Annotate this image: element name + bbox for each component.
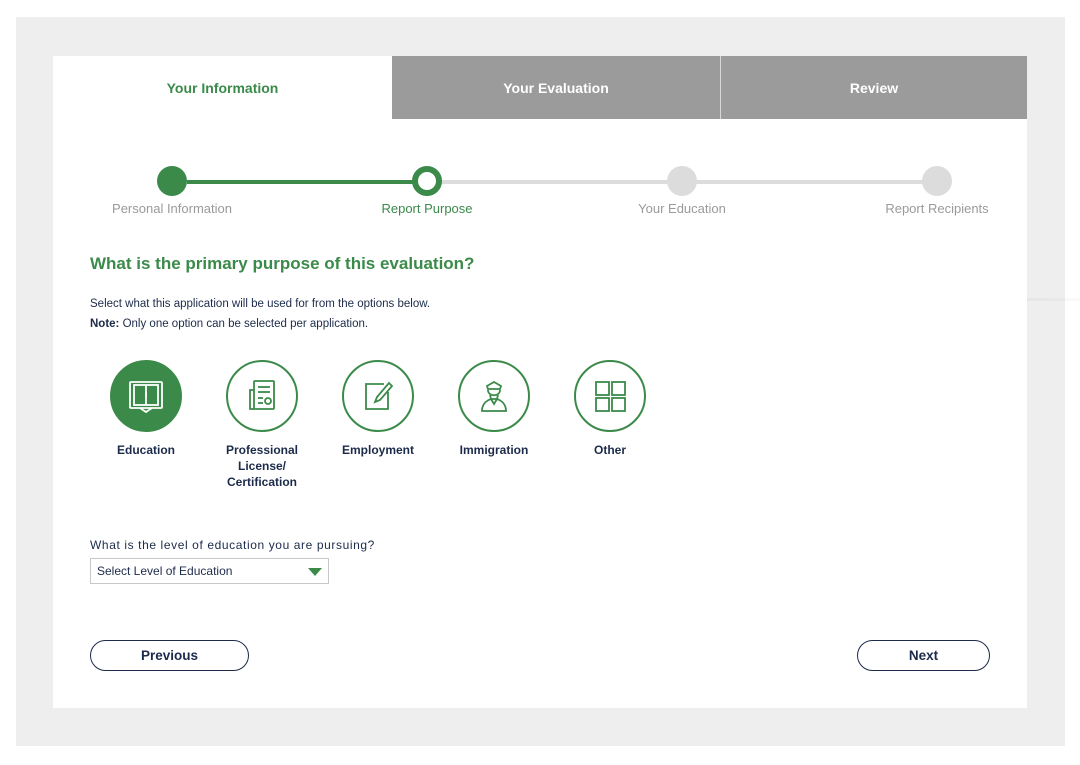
option-label: Employment bbox=[341, 443, 414, 457]
step-node-personal-information[interactable] bbox=[157, 166, 187, 196]
certificate-icon bbox=[249, 380, 275, 410]
option-label: Professional License/ Certification bbox=[225, 443, 299, 489]
description-line: Select what this application will be use… bbox=[90, 298, 431, 310]
pencil-edit-icon bbox=[365, 381, 394, 410]
step-label-report-purpose: Report Purpose bbox=[381, 201, 473, 216]
note-text: Only one option can be selected per appl… bbox=[119, 318, 369, 330]
previous-button[interactable]: Previous bbox=[90, 640, 249, 671]
step-node-report-purpose[interactable] bbox=[412, 166, 442, 196]
top-tabs: Your Information Your Evaluation Review bbox=[53, 56, 1027, 119]
tab-review[interactable]: Review bbox=[721, 56, 1027, 119]
step-label-report-recipients: Report Recipients bbox=[885, 201, 989, 216]
select-value: Select Level of Education bbox=[97, 564, 233, 578]
chevron-down-icon bbox=[308, 568, 322, 576]
book-icon bbox=[129, 381, 163, 414]
progress-stepper: Personal Information Report Purpose Your… bbox=[53, 166, 1027, 226]
step-label-personal-information: Personal Information bbox=[112, 201, 232, 216]
purpose-description: Select what this application will be use… bbox=[90, 294, 430, 334]
grid-icon bbox=[595, 381, 626, 412]
option-circle bbox=[458, 360, 530, 432]
option-label: Immigration bbox=[459, 443, 529, 457]
option-circle bbox=[110, 360, 182, 432]
option-label: Education bbox=[116, 443, 175, 457]
education-level-label: What is the level of education you are p… bbox=[90, 538, 375, 552]
purpose-question: What is the primary purpose of this eval… bbox=[90, 254, 475, 273]
officer-icon bbox=[481, 380, 507, 412]
option-other[interactable]: Other bbox=[560, 360, 660, 458]
note-line: Note: Only one option can be selected pe… bbox=[90, 314, 430, 334]
tab-your-evaluation[interactable]: Your Evaluation bbox=[392, 56, 721, 119]
step-node-report-recipients[interactable] bbox=[922, 166, 952, 196]
stepper-track-complete bbox=[187, 180, 427, 184]
tab-your-information[interactable]: Your Information bbox=[53, 56, 392, 119]
option-circle bbox=[574, 360, 646, 432]
option-immigration[interactable]: Immigration bbox=[444, 360, 544, 458]
application-card: Your Information Your Evaluation Review … bbox=[53, 56, 1027, 708]
step-node-your-education[interactable] bbox=[667, 166, 697, 196]
step-label-your-education: Your Education bbox=[638, 201, 726, 216]
next-button[interactable]: Next bbox=[857, 640, 990, 671]
note-label: Note: bbox=[90, 318, 120, 330]
option-employment[interactable]: Employment bbox=[328, 360, 428, 458]
option-circle bbox=[226, 360, 298, 432]
option-professional-license[interactable]: Professional License/ Certification bbox=[212, 360, 312, 490]
option-label: Other bbox=[593, 443, 626, 457]
education-level-select[interactable]: Select Level of Education bbox=[90, 558, 329, 584]
option-circle bbox=[342, 360, 414, 432]
option-education[interactable]: Education bbox=[96, 360, 196, 458]
